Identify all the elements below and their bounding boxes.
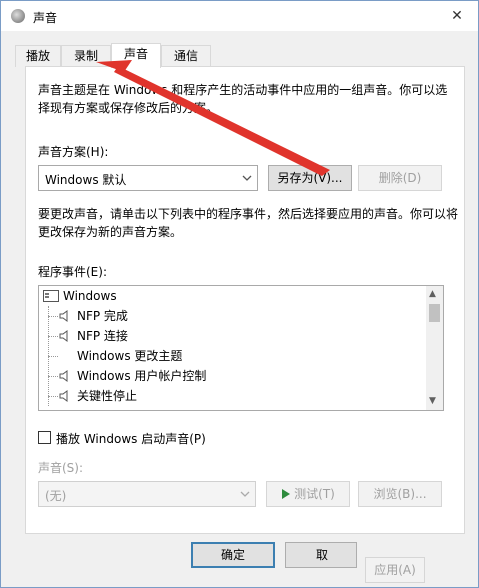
window-title: 声音 (33, 11, 58, 25)
change-description: 要更改声音，请单击以下列表中的程序事件，然后选择要应用的声音。你可以将更改保存为… (38, 207, 459, 239)
test-label: 测试(T) (294, 487, 335, 501)
tab-recording[interactable]: 录制 (61, 45, 111, 67)
sounds-panel: 声音主题是在 Windows 和程序产生的活动事件中应用的一组声音。你可以选择现… (25, 66, 465, 534)
test-button[interactable]: 测试(T) (266, 481, 350, 507)
list-item-label: NFP 完成 (77, 309, 128, 323)
browse-button[interactable]: 浏览(B)... (358, 481, 442, 507)
tab-playback[interactable]: 播放 (15, 45, 61, 67)
speaker-icon (59, 330, 68, 342)
tree-connector (48, 396, 58, 397)
startup-sound-checkbox[interactable] (38, 431, 51, 444)
title-bar: 声音 ✕ (1, 1, 478, 31)
close-button[interactable]: ✕ (446, 5, 468, 27)
save-as-button[interactable]: 另存为(V)... (268, 165, 352, 191)
theme-description: 声音主题是在 Windows 和程序产生的活动事件中应用的一组声音。你可以选择现… (38, 83, 448, 115)
sound-value: (无) (45, 489, 67, 503)
tree-connector (48, 376, 58, 377)
tab-sounds[interactable]: 声音 (111, 43, 161, 68)
sound-scheme-select[interactable]: Windows 默认 (38, 165, 258, 191)
chevron-down-icon (240, 491, 250, 497)
speaker-icon (11, 9, 25, 23)
tree-connector (48, 356, 58, 357)
sound-select[interactable]: (无) (38, 481, 256, 507)
cancel-button[interactable]: 取 (285, 542, 357, 568)
scheme-label: 声音方案(H): (38, 145, 109, 159)
list-item-label: 关键性停止 (77, 389, 138, 403)
apply-button[interactable]: 应用(A) (365, 557, 425, 583)
events-label: 程序事件(E): (38, 265, 107, 279)
list-scrollbar[interactable]: ▲ ▼ (426, 286, 443, 410)
sound-scheme-value: Windows 默认 (45, 173, 127, 187)
tree-connector (48, 316, 58, 317)
tab-strip: 播放 录制 声音 通信 (15, 43, 465, 68)
speaker-icon (59, 390, 68, 402)
speaker-icon (59, 370, 68, 382)
delete-button[interactable]: 删除(D) (358, 165, 442, 191)
sound-dialog: 声音 ✕ 播放 录制 声音 通信 声音主题是在 Windows 和程序产生的活动… (0, 0, 479, 588)
program-events-list[interactable]: Windows NFP 完成 NFP 连接 Windows 更改主题 Windo… (38, 285, 444, 411)
list-item-label: Windows 用户帐户控制 (77, 369, 207, 383)
list-item-label: Windows 更改主题 (77, 349, 183, 363)
sound-label: 声音(S): (38, 461, 84, 475)
tab-communications[interactable]: 通信 (161, 45, 211, 67)
scroll-up-icon[interactable]: ▲ (429, 289, 436, 299)
tree-connector (48, 336, 58, 337)
speaker-icon (59, 310, 68, 322)
window-icon (43, 290, 59, 302)
startup-sound-label[interactable]: 播放 Windows 启动声音(P) (56, 430, 206, 447)
list-item-label: Windows (63, 289, 117, 303)
scroll-down-icon[interactable]: ▼ (429, 396, 436, 406)
play-icon (282, 489, 291, 499)
scroll-thumb[interactable] (429, 304, 440, 322)
list-item-label: NFP 连接 (77, 329, 128, 343)
chevron-down-icon (242, 175, 252, 181)
ok-button[interactable]: 确定 (191, 542, 275, 568)
